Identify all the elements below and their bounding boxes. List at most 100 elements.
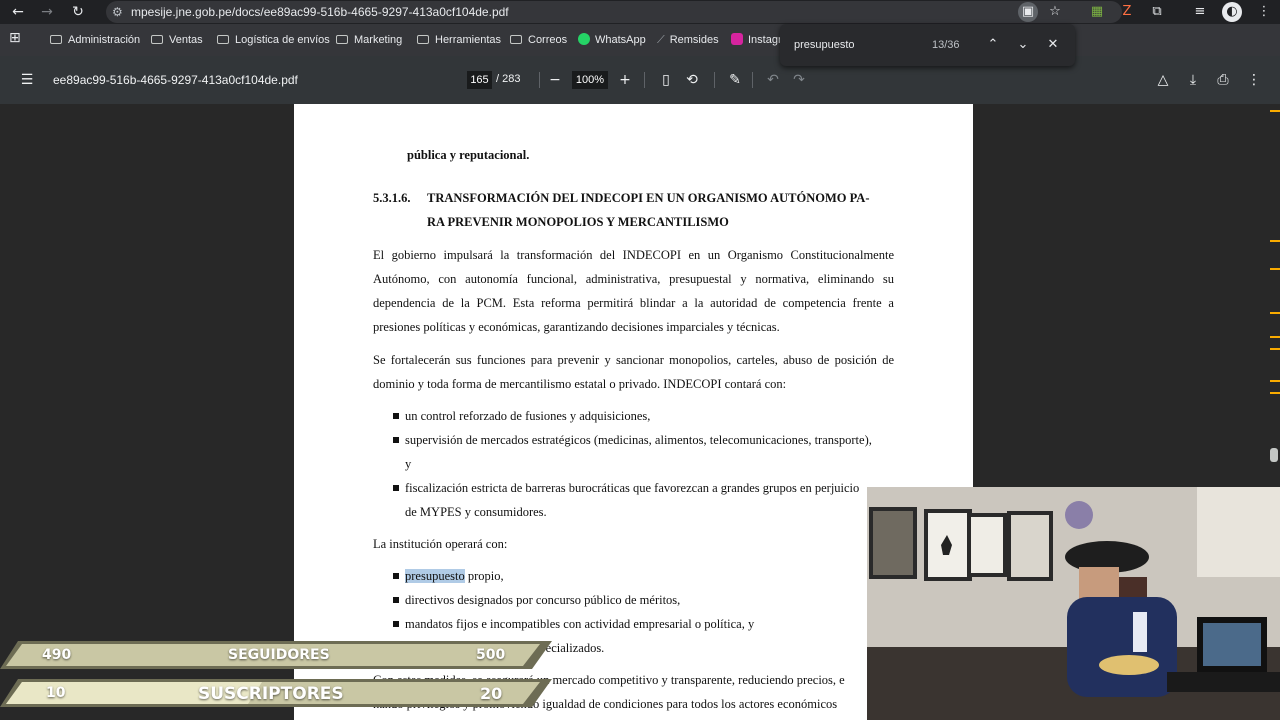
- forward-icon[interactable]: →: [37, 2, 57, 22]
- bookmark-star-icon[interactable]: ☆: [1045, 2, 1065, 22]
- paragraph-line: Autónomo, con autonomía funcional, admin…: [373, 272, 894, 286]
- download-icon[interactable]: ⤓: [1183, 70, 1203, 90]
- link-icon: ⟋: [657, 34, 665, 46]
- reading-list-icon[interactable]: ≡: [1190, 2, 1210, 22]
- redo-icon[interactable]: ↷: [789, 70, 809, 90]
- bookmark-folder[interactable]: Correos: [510, 32, 567, 48]
- find-match-marker: [1270, 240, 1280, 242]
- browser-menu-icon[interactable]: ⋮: [1254, 2, 1274, 22]
- paragraph-line: dominio y toda forma de mercantilismo es…: [373, 377, 787, 391]
- extensions-puzzle-icon[interactable]: ⧉: [1147, 2, 1167, 22]
- divider: [539, 72, 540, 88]
- followers-goal: 500: [476, 647, 506, 663]
- bookmark-remsides[interactable]: ⟋ Remsides: [657, 32, 719, 48]
- find-match-marker: [1270, 348, 1280, 350]
- bookmarks-bar: ⊞ Administración Ventas Logística de env…: [0, 24, 1280, 56]
- find-close-icon[interactable]: ✕: [1043, 35, 1063, 55]
- extension-sheets-icon[interactable]: ▦: [1087, 2, 1107, 22]
- webcam-scene: [867, 487, 1280, 720]
- scrollbar-thumb[interactable]: [1270, 448, 1278, 462]
- profile-avatar-icon[interactable]: ◐: [1222, 2, 1242, 22]
- more-options-icon[interactable]: ⋮: [1244, 70, 1264, 90]
- rotate-icon[interactable]: ⟲: [682, 70, 702, 90]
- folder-icon: [336, 35, 348, 44]
- sidebar-menu-icon[interactable]: ☰: [17, 70, 37, 90]
- subscribers-current: 10: [46, 685, 66, 701]
- find-next-icon[interactable]: ⌄: [1013, 35, 1033, 55]
- find-match-marker: [1270, 336, 1280, 338]
- print-icon[interactable]: ⎙: [1213, 70, 1233, 90]
- pdf-app-icon[interactable]: ▣: [1018, 2, 1038, 22]
- undo-icon[interactable]: ↶: [763, 70, 783, 90]
- apps-grid-icon[interactable]: ⊞: [9, 30, 21, 46]
- page-total: / 283: [496, 73, 521, 85]
- find-match-marker: [1270, 268, 1280, 270]
- bookmark-instagram[interactable]: Instagr: [731, 32, 782, 48]
- find-count: 13/36: [932, 39, 960, 51]
- address-bar[interactable]: ⚙ mpesije.jne.gob.pe/docs/ee89ac99-516b-…: [106, 1, 1122, 23]
- instagram-icon: [731, 33, 743, 45]
- divider: [752, 72, 753, 88]
- bookmark-folder[interactable]: Ventas: [151, 32, 203, 48]
- find-input[interactable]: presupuesto: [794, 39, 855, 51]
- bullet: [393, 413, 399, 419]
- section-title-line: TRANSFORMACIÓN DEL INDECOPI EN UN ORGANI…: [427, 191, 870, 205]
- paragraph-line: El gobierno impulsará la transformación …: [373, 248, 894, 262]
- bookmark-whatsapp[interactable]: WhatsApp: [578, 32, 646, 48]
- find-match-marker: [1270, 380, 1280, 382]
- bookmark-folder[interactable]: Herramientas: [417, 32, 501, 48]
- url-text: mpesije.jne.gob.pe/docs/ee89ac99-516b-46…: [131, 5, 509, 19]
- find-previous-icon[interactable]: ⌃: [983, 35, 1003, 55]
- back-icon[interactable]: ←: [8, 2, 28, 22]
- zoom-in-icon[interactable]: +: [615, 70, 635, 90]
- webcam-feed: [867, 487, 1280, 720]
- find-match-marker: [1270, 110, 1280, 112]
- search-highlight: presupuesto: [405, 569, 465, 583]
- subscribers-goal-bar: 10 SUSCRIPTORES 20: [0, 679, 560, 707]
- paragraph-line: Se fortalecerán sus funciones para preve…: [373, 353, 894, 367]
- divider: [714, 72, 715, 88]
- zoom-input[interactable]: 100%: [572, 71, 608, 89]
- followers-goal-bar: 490 SEGUIDORES 500: [0, 641, 560, 669]
- extension-z-icon[interactable]: Z: [1117, 2, 1137, 22]
- bullet: [393, 437, 399, 443]
- followers-label: SEGUIDORES: [228, 647, 330, 663]
- whatsapp-icon: [578, 33, 590, 45]
- divider: [644, 72, 645, 88]
- bullet: [393, 597, 399, 603]
- folder-icon: [151, 35, 163, 44]
- fit-page-icon[interactable]: ▯: [656, 70, 676, 90]
- list-item: mandatos fijos e incompatibles con activ…: [405, 617, 755, 631]
- site-info-icon[interactable]: ⚙: [112, 1, 123, 23]
- list-item: presupuesto propio,: [405, 569, 504, 584]
- folder-icon: [417, 35, 429, 44]
- bullet: [393, 621, 399, 627]
- folder-icon: [510, 35, 522, 44]
- annotate-pen-icon[interactable]: ✎: [725, 70, 745, 90]
- followers-current: 490: [42, 647, 72, 663]
- section-number: 5.3.1.6.: [373, 191, 411, 205]
- find-match-marker: [1270, 392, 1280, 394]
- section-title-line: RA PREVENIR MONOPOLIOS Y MERCANTILISMO: [427, 215, 729, 229]
- bookmark-folder[interactable]: Marketing: [336, 32, 402, 48]
- list-item: fiscalización estricta de barreras buroc…: [405, 481, 860, 495]
- list-item: directivos designados por concurso públi…: [405, 593, 681, 607]
- bookmark-folder[interactable]: Logística de envíos: [217, 32, 330, 48]
- drive-save-icon[interactable]: △: [1153, 70, 1173, 90]
- folder-icon: [50, 35, 62, 44]
- find-match-marker: [1270, 312, 1280, 314]
- list-item: supervisión de mercados estratégicos (me…: [405, 433, 872, 447]
- bullet: [393, 573, 399, 579]
- zoom-out-icon[interactable]: −: [545, 70, 565, 90]
- find-bar: presupuesto 13/36 ⌃ ⌄ ✕: [780, 24, 1075, 66]
- pdf-toolbar: ☰ ee89ac99-516b-4665-9297-413a0cf104de.p…: [0, 56, 1280, 104]
- page-number-input[interactable]: 165: [467, 71, 492, 89]
- reload-icon[interactable]: ↻: [68, 2, 88, 22]
- previous-heading-end: pública y reputacional.: [407, 148, 530, 162]
- bookmark-folder[interactable]: Administración: [50, 32, 140, 48]
- list-item: un control reforzado de fusiones y adqui…: [405, 409, 651, 423]
- pdf-title: ee89ac99-516b-4665-9297-413a0cf104de.pdf: [53, 73, 298, 87]
- folder-icon: [217, 35, 229, 44]
- paragraph-line: presiones políticas y económicas, garant…: [373, 320, 780, 334]
- list-item-continuation: de MYPES y consumidores.: [405, 505, 547, 519]
